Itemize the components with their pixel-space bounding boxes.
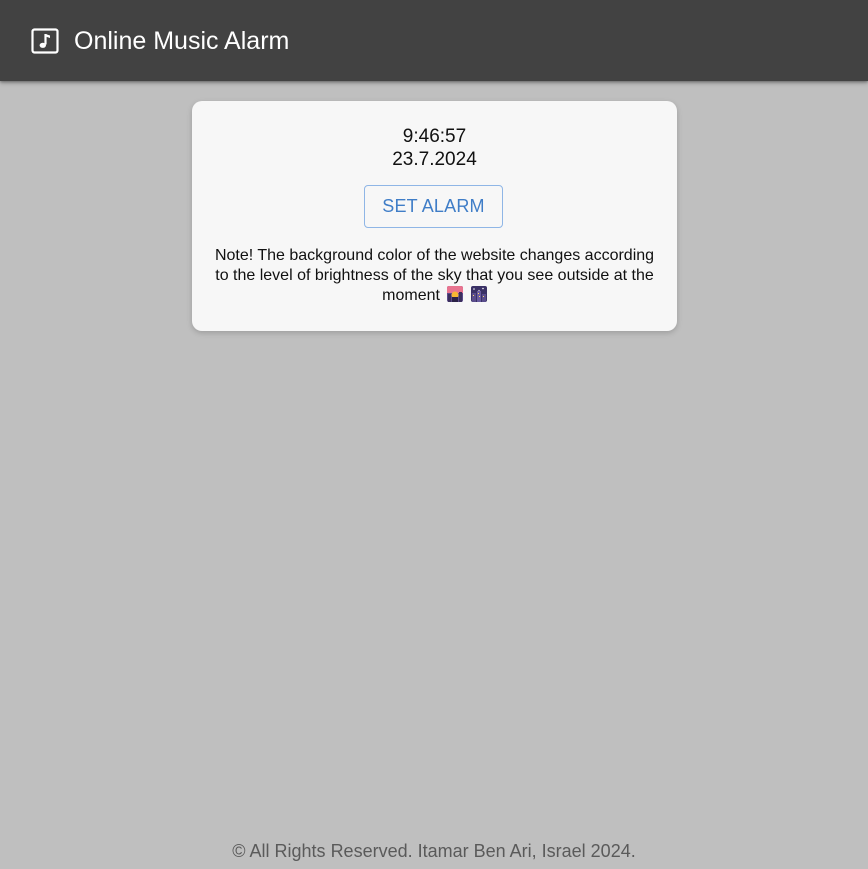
footer-copyright: © All Rights Reserved. Itamar Ben Ari, I…	[232, 841, 636, 861]
clock-card: 9:46:57 23.7.2024 SET ALARM Note! The ba…	[192, 101, 677, 331]
night-city-icon	[470, 286, 487, 302]
current-date: 23.7.2024	[392, 149, 477, 170]
note-message: Note! The background color of the websit…	[214, 247, 655, 304]
set-alarm-button[interactable]: SET ALARM	[364, 185, 503, 228]
app-title: Online Music Alarm	[74, 27, 290, 55]
app-bar: Online Music Alarm	[0, 0, 868, 81]
music-note-icon	[31, 28, 59, 54]
sunset-icon	[447, 286, 464, 302]
note-text: Note! The background color of the websit…	[212, 246, 657, 306]
current-time: 9:46:57	[402, 126, 467, 147]
